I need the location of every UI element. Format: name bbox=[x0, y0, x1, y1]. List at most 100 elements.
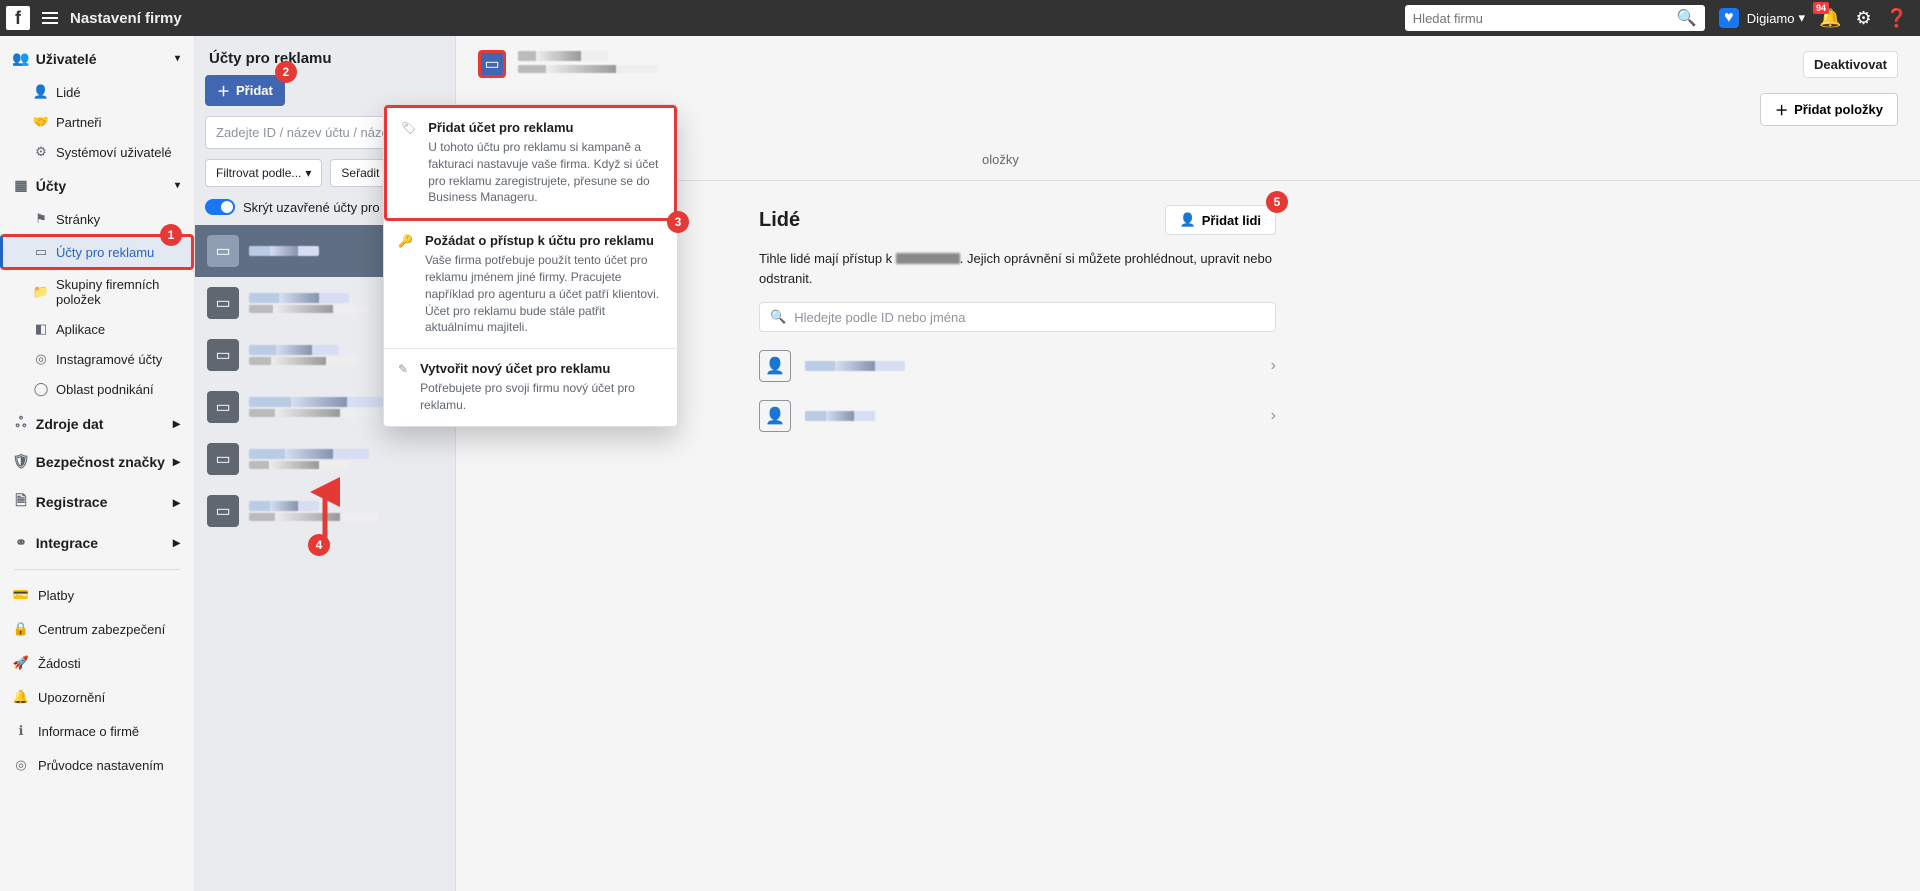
notifications[interactable]: 94 🔔 bbox=[1819, 8, 1841, 29]
nav-item-business-info[interactable]: ℹInformace o firmě bbox=[0, 714, 194, 748]
flag-icon: ⚑ bbox=[34, 211, 48, 227]
nav-section-label: Účty bbox=[36, 178, 66, 194]
nav-item-setup-guide[interactable]: ◎Průvodce nastavením bbox=[0, 748, 194, 782]
chevron-down-icon: ▾ bbox=[175, 180, 180, 191]
add-people-button[interactable]: 👤 Přidat lidi bbox=[1165, 205, 1276, 235]
plus-icon: ＋ bbox=[217, 81, 230, 100]
nav-item-integrations[interactable]: ⚭ Integrace▸ bbox=[0, 524, 194, 561]
nav-item-requests[interactable]: 🚀Žádosti bbox=[0, 646, 194, 680]
chevron-down-icon: ▾ bbox=[175, 53, 180, 64]
key-icon: 🔑 bbox=[398, 233, 413, 336]
side-nav: 👥 Uživatelé ▾ 👤Lidé 🤝Partneři ⚙Systémoví… bbox=[0, 36, 195, 891]
account-icon: ▭ bbox=[207, 391, 239, 423]
notification-badge: 94 bbox=[1813, 2, 1829, 14]
account-icon: ▭ bbox=[207, 495, 239, 527]
filter-by-button[interactable]: Filtrovat podle... ▾ bbox=[205, 159, 322, 187]
search-icon: 🔍 bbox=[770, 309, 786, 325]
account-switcher[interactable]: Digiamo▾ bbox=[1747, 10, 1805, 26]
app-icon: ◧ bbox=[34, 321, 48, 337]
menu-icon[interactable] bbox=[42, 12, 58, 24]
person-icon: 👤 bbox=[34, 84, 48, 100]
nav-item-registrations[interactable]: 🗎 Registrace▸ bbox=[0, 480, 194, 524]
global-search-input[interactable] bbox=[1413, 11, 1677, 26]
doc-icon: 🗎 bbox=[14, 490, 28, 514]
nav-item-data-sources[interactable]: ஃ Zdroje dat▸ bbox=[0, 404, 194, 443]
plus-icon: ＋ bbox=[1775, 100, 1788, 119]
chevron-down-icon: ▾ bbox=[305, 166, 311, 180]
dd-create-new[interactable]: ✎ Vytvořit nový účet pro reklamu Potřebu… bbox=[384, 348, 677, 426]
handshake-icon: 🤝 bbox=[34, 114, 48, 130]
card-icon: 💳 bbox=[14, 587, 28, 603]
search-icon: 🔍 bbox=[1677, 8, 1697, 28]
avatar-icon: 👤 bbox=[759, 350, 791, 382]
facebook-logo-icon[interactable]: f bbox=[6, 6, 30, 30]
account-icon: ▭ bbox=[207, 235, 239, 267]
nav-section-users[interactable]: 👥 Uživatelé ▾ bbox=[0, 40, 194, 77]
nav-item-business-asset-groups[interactable]: 📁Skupiny firemních položek bbox=[0, 270, 194, 314]
tab-items[interactable]: oložky bbox=[982, 142, 1019, 180]
nav-section-label: Uživatelé bbox=[36, 51, 97, 67]
business-badge-icon[interactable]: ♥ bbox=[1719, 8, 1739, 28]
people-search-input[interactable]: 🔍 Hledejte podle ID nebo jména bbox=[759, 302, 1276, 332]
nav-section-accounts[interactable]: ▦ Účty ▾ bbox=[0, 167, 194, 204]
person-plus-icon: 👤 bbox=[1180, 212, 1196, 228]
nav-item-instagram[interactable]: ◎Instagramové účty bbox=[0, 344, 194, 374]
globe-icon: ◯ bbox=[34, 381, 48, 397]
account-icon: ▭ bbox=[207, 287, 239, 319]
tag-icon: 🏷 bbox=[401, 120, 416, 206]
shield-icon: 🛡 bbox=[14, 453, 28, 470]
top-bar: f Nastavení firmy 🔍 ♥ Digiamo▾ 94 🔔 ⚙ ❓ bbox=[0, 0, 1920, 36]
nav-item-business-line[interactable]: ◯Oblast podnikání bbox=[0, 374, 194, 404]
chevron-right-icon: › bbox=[1271, 357, 1276, 375]
briefcase-icon: ▦ bbox=[14, 177, 28, 194]
gear-icon: ⚙ bbox=[34, 144, 48, 160]
accounts-title: Účty pro reklamu bbox=[195, 36, 455, 75]
chevron-right-icon: › bbox=[1271, 407, 1276, 425]
person-row[interactable]: 👤 › bbox=[759, 400, 1276, 432]
people-description: Tihle lidé mají přístup k . Jejich opráv… bbox=[759, 249, 1276, 288]
dd-add-ad-account[interactable]: 🏷 Přidat účet pro reklamu U tohoto účtu … bbox=[384, 105, 677, 221]
hide-closed-toggle[interactable] bbox=[205, 199, 235, 215]
lock-icon: 🔒 bbox=[14, 621, 28, 637]
avatar-icon: 👤 bbox=[759, 400, 791, 432]
deactivate-button[interactable]: Deaktivovat bbox=[1803, 51, 1898, 78]
settings-icon[interactable]: ⚙ bbox=[1855, 8, 1871, 29]
folder-icon: 📁 bbox=[34, 284, 48, 300]
global-search[interactable]: 🔍 bbox=[1405, 5, 1705, 31]
annotation-1: 1 bbox=[160, 224, 182, 246]
bell-icon: 🔔 bbox=[14, 689, 28, 705]
nav-item-security-center[interactable]: 🔒Centrum zabezpečení bbox=[0, 612, 194, 646]
add-button[interactable]: ＋ Přidat bbox=[205, 75, 285, 106]
person-row[interactable]: 👤 › bbox=[759, 350, 1276, 382]
nav-item-people[interactable]: 👤Lidé bbox=[0, 77, 194, 107]
dd-request-access[interactable]: 🔑 Požádat o přístup k účtu pro reklamu V… bbox=[384, 221, 677, 348]
users-icon: 👥 bbox=[14, 50, 28, 67]
data-icon: ஃ bbox=[14, 414, 28, 433]
account-icon: ▭ bbox=[207, 339, 239, 371]
nav-item-payments[interactable]: 💳Platby bbox=[0, 578, 194, 612]
nav-item-alerts[interactable]: 🔔Upozornění bbox=[0, 680, 194, 714]
selected-account-icon: ▭ bbox=[478, 50, 506, 78]
add-items-button[interactable]: ＋ Přidat položky bbox=[1760, 93, 1898, 126]
annotation-2: 2 bbox=[275, 61, 297, 83]
nav-item-partners[interactable]: 🤝Partneři bbox=[0, 107, 194, 137]
nav-item-brand-safety[interactable]: 🛡 Bezpečnost značky▸ bbox=[0, 443, 194, 480]
add-dropdown: 🏷 Přidat účet pro reklamu U tohoto účtu … bbox=[383, 104, 678, 427]
ads-icon: ▭ bbox=[34, 244, 48, 260]
instagram-icon: ◎ bbox=[34, 351, 48, 367]
nav-item-apps[interactable]: ◧Aplikace bbox=[0, 314, 194, 344]
annotation-4: 4 bbox=[308, 534, 330, 556]
compass-icon: ◎ bbox=[14, 757, 28, 773]
account-icon: ▭ bbox=[207, 443, 239, 475]
pen-icon: ✎ bbox=[398, 361, 408, 414]
page-title: Nastavení firmy bbox=[70, 10, 182, 27]
link-icon: ⚭ bbox=[14, 534, 28, 551]
people-heading: Lidé bbox=[759, 209, 800, 232]
rocket-icon: 🚀 bbox=[14, 655, 28, 671]
help-icon[interactable]: ❓ bbox=[1886, 8, 1908, 29]
info-icon: ℹ bbox=[14, 723, 28, 739]
annotation-5: 5 bbox=[1266, 191, 1288, 213]
nav-item-system-users[interactable]: ⚙Systémoví uživatelé bbox=[0, 137, 194, 167]
account-row[interactable]: ▭ bbox=[195, 433, 455, 485]
chevron-down-icon: ▾ bbox=[1798, 10, 1805, 26]
